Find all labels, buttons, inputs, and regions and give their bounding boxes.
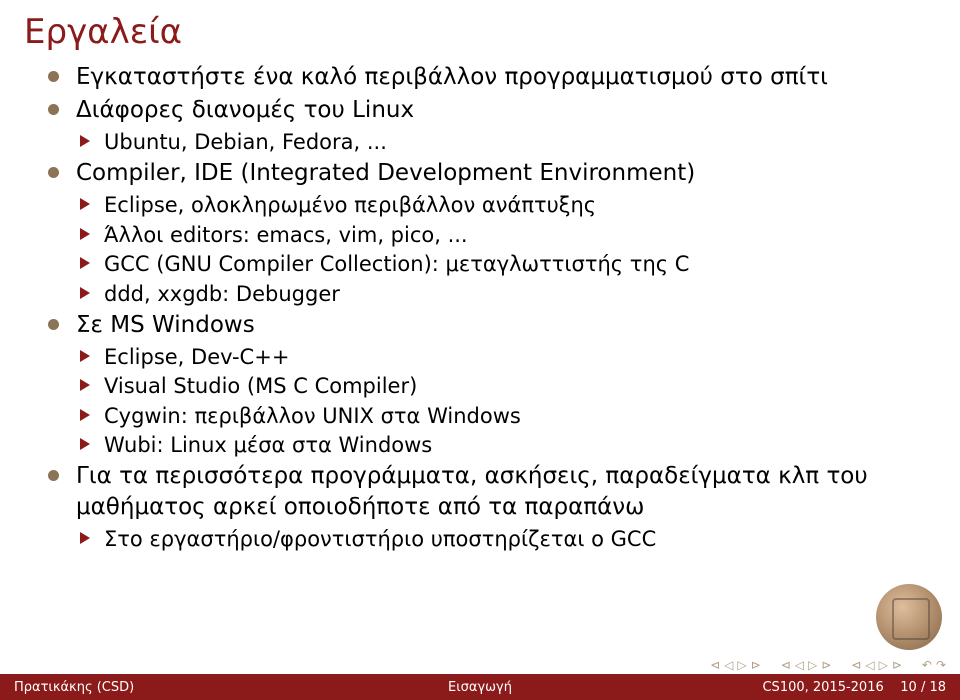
nav-prev-icon[interactable]: ◁ bbox=[724, 658, 733, 672]
slide-content: Εγκαταστήστε ένα καλό περιβάλλον προγραμ… bbox=[0, 62, 960, 554]
slide-title: Εργαλεία bbox=[0, 0, 960, 60]
subbullet-item: GCC (GNU Compiler Collection): μεταγλωττ… bbox=[48, 250, 936, 278]
nav-first-icon[interactable]: ⊲ bbox=[851, 658, 861, 672]
slide: Εργαλεία Εγκαταστήστε ένα καλό περιβάλλο… bbox=[0, 0, 960, 700]
nav-back-icon[interactable]: ↶ bbox=[922, 658, 932, 672]
nav-next-icon[interactable]: ▷ bbox=[737, 658, 746, 672]
university-logo bbox=[876, 584, 942, 650]
nav-first-icon[interactable]: ⊲ bbox=[781, 658, 791, 672]
nav-first-icon[interactable]: ⊲ bbox=[710, 658, 720, 672]
nav-prev-icon[interactable]: ◁ bbox=[795, 658, 804, 672]
nav-next-icon[interactable]: ▷ bbox=[808, 658, 817, 672]
nav-next-icon[interactable]: ▷ bbox=[879, 658, 888, 672]
subbullet-item: Ubuntu, Debian, Fedora, ... bbox=[48, 128, 936, 156]
nav-fwd-icon[interactable]: ↷ bbox=[936, 658, 946, 672]
bullet-item: Compiler, IDE (Integrated Development En… bbox=[48, 158, 936, 189]
subbullet-item: ddd, xxgdb: Debugger bbox=[48, 280, 936, 308]
subbullet-item: Cygwin: περιβάλλον UNIX στα Windows bbox=[48, 402, 936, 430]
subbullet-item: Άλλοι editors: emacs, vim, pico, ... bbox=[48, 221, 936, 249]
footer-right: CS100, 2015-2016 10 / 18 bbox=[635, 680, 960, 695]
footer-author: Πρατικάκης (CSD) bbox=[0, 680, 325, 695]
nav-last-icon[interactable]: ⊳ bbox=[751, 658, 761, 672]
slide-footer: Πρατικάκης (CSD) Εισαγωγή CS100, 2015-20… bbox=[0, 674, 960, 700]
subbullet-item: Eclipse, Dev-C++ bbox=[48, 343, 936, 371]
nav-prev-icon[interactable]: ◁ bbox=[865, 658, 874, 672]
bullet-item: Σε MS Windows bbox=[48, 310, 936, 341]
nav-last-icon[interactable]: ⊳ bbox=[892, 658, 902, 672]
bullet-item: Για τα περισσότερα προγράμματα, ασκήσεις… bbox=[48, 461, 936, 523]
subbullet-item: Eclipse, ολοκληρωμένο περιβάλλον ανάπτυξ… bbox=[48, 191, 936, 219]
nav-controls: ⊲ ◁ ▷ ⊳ ⊲ ◁ ▷ ⊳ ⊲ ◁ ▷ ⊳ ↶ ↷ bbox=[710, 658, 946, 672]
bullet-item: Εγκαταστήστε ένα καλό περιβάλλον προγραμ… bbox=[48, 62, 936, 93]
nav-last-icon[interactable]: ⊳ bbox=[821, 658, 831, 672]
subbullet-item: Visual Studio (MS C Compiler) bbox=[48, 372, 936, 400]
subbullet-item: Wubi: Linux μέσα στα Windows bbox=[48, 431, 936, 459]
footer-page: 10 / 18 bbox=[900, 680, 946, 695]
footer-title: Εισαγωγή bbox=[325, 680, 636, 695]
footer-course: CS100, 2015-2016 bbox=[762, 680, 883, 695]
subbullet-item: Στο εργαστήριο/φροντιστήριο υποστηρίζετα… bbox=[48, 525, 936, 553]
bullet-item: Διάφορες διανομές του Linux bbox=[48, 95, 936, 126]
